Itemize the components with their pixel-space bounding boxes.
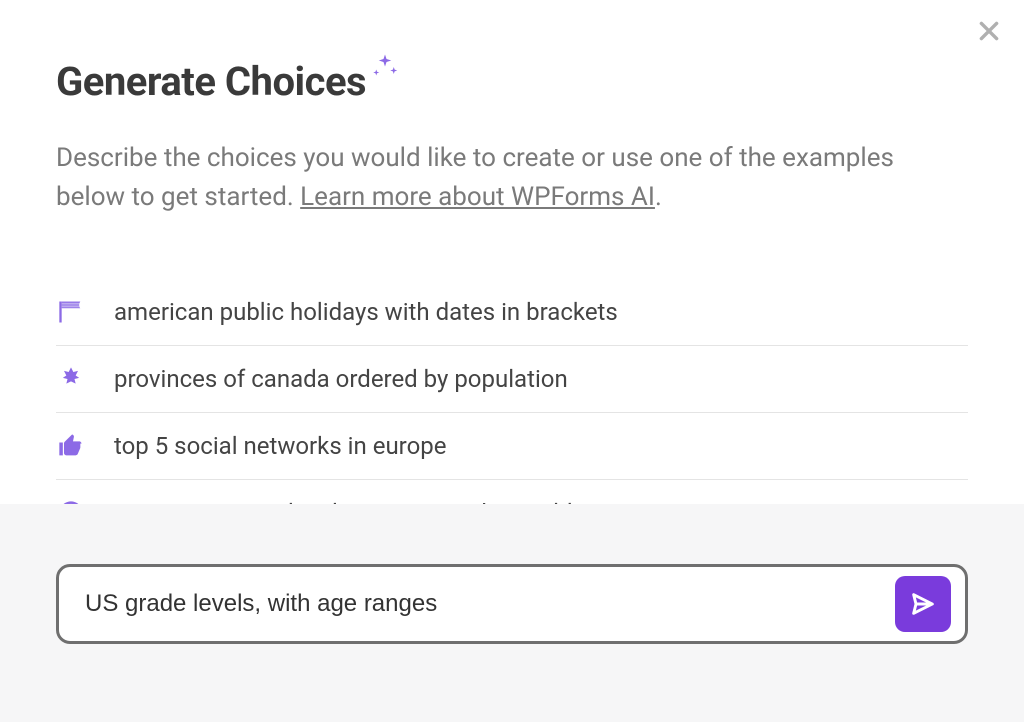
input-area — [0, 504, 1024, 722]
modal-content: Generate Choices Describe the choices yo… — [0, 0, 1024, 546]
close-button[interactable] — [976, 18, 1002, 48]
modal-title: Generate Choices — [56, 58, 366, 105]
prompt-input[interactable] — [85, 590, 895, 618]
send-button[interactable] — [895, 576, 951, 632]
title-row: Generate Choices — [56, 58, 968, 105]
modal-description: Describe the choices you would like to c… — [56, 139, 966, 217]
description-suffix: . — [655, 182, 662, 212]
flag-icon — [56, 297, 86, 327]
close-icon — [976, 18, 1002, 44]
send-icon — [909, 590, 937, 618]
thumbsup-icon — [56, 431, 86, 461]
prompt-input-container — [56, 564, 968, 644]
example-item-holidays[interactable]: american public holidays with dates in b… — [56, 279, 968, 346]
learn-more-link[interactable]: Learn more about WPForms AI — [300, 182, 655, 212]
example-item-provinces[interactable]: provinces of canada ordered by populatio… — [56, 346, 968, 413]
example-label: provinces of canada ordered by populatio… — [114, 365, 568, 393]
example-label: top 5 social networks in europe — [114, 432, 446, 460]
leaf-icon — [56, 364, 86, 394]
example-label: american public holidays with dates in b… — [114, 298, 618, 326]
generate-choices-modal: Generate Choices Describe the choices yo… — [0, 0, 1024, 722]
example-item-social[interactable]: top 5 social networks in europe — [56, 413, 968, 480]
sparkle-icon — [370, 52, 400, 86]
